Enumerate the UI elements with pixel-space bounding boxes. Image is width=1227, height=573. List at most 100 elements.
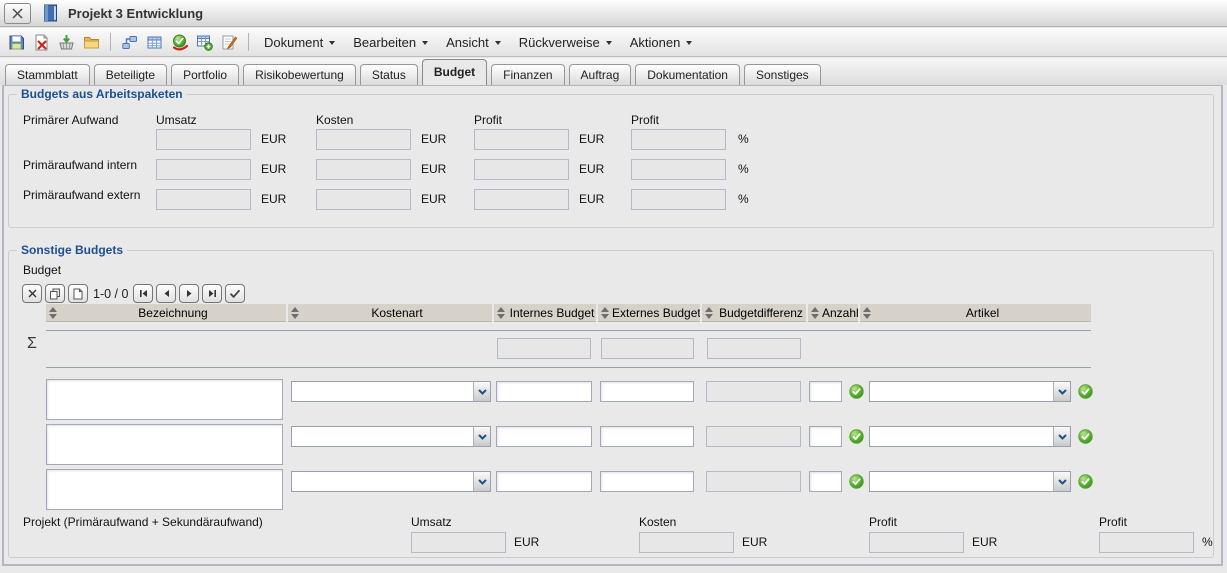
delete-row-button[interactable] [22, 284, 42, 303]
anzahl-input[interactable] [809, 426, 842, 447]
chevron-down-icon [1053, 427, 1070, 446]
new-row-button[interactable] [68, 284, 88, 303]
structure-button[interactable] [117, 30, 142, 54]
sort-icon [601, 307, 609, 319]
externes-budget-input[interactable] [600, 381, 694, 402]
externes-budget-input[interactable] [600, 471, 694, 492]
unit-label: EUR [514, 535, 539, 549]
budgetdifferenz-field [706, 381, 801, 402]
ok-icon [849, 429, 864, 444]
unit-label: EUR [261, 132, 286, 146]
tab-beteiligte[interactable]: Beteiligte [94, 64, 167, 85]
table-add-button[interactable] [192, 30, 217, 54]
column-budgetdifferenz[interactable]: Budgetdifferenz [702, 304, 806, 322]
section-sonstige-budgets: Sonstige Budgets Budget 1-0 / 0 Bezeichn… [8, 250, 1214, 558]
table-icon [146, 34, 163, 51]
delete-document-button[interactable] [29, 30, 54, 54]
artikel-confirm-button[interactable] [1078, 384, 1093, 399]
column-header-umsatz: Umsatz [156, 113, 197, 127]
first-page-button[interactable] [133, 284, 153, 303]
anzahl-input[interactable] [809, 381, 842, 402]
artikel-confirm-button[interactable] [1078, 429, 1093, 444]
column-externes-budget[interactable]: Externes Budget [598, 304, 700, 322]
import-button[interactable] [54, 30, 79, 54]
artikel-select[interactable] [869, 381, 1071, 402]
budget-panel: Budgets aus Arbeitspaketen Primärer Aufw… [2, 84, 1223, 566]
copy-row-button[interactable] [45, 284, 65, 303]
internes-budget-input[interactable] [496, 381, 592, 402]
save-icon [8, 34, 25, 51]
internes-budget-input[interactable] [496, 471, 592, 492]
menu-aktionen[interactable]: Aktionen [621, 30, 702, 54]
field-primaer-kosten [316, 129, 411, 150]
last-page-button[interactable] [202, 284, 222, 303]
tab-risikobewertung[interactable]: Risikobewertung [243, 64, 356, 85]
divider [46, 330, 1091, 331]
anzahl-input[interactable] [809, 471, 842, 492]
close-button[interactable] [4, 3, 31, 24]
unit-label: % [738, 192, 749, 206]
unit-label: EUR [579, 162, 604, 176]
sort-icon [811, 307, 819, 319]
field-intern-profit-pct [631, 159, 726, 180]
chevron-down-icon [422, 41, 428, 45]
column-internes-budget[interactable]: Internes Budget [494, 304, 596, 322]
anzahl-confirm-button[interactable] [849, 384, 864, 399]
menu-rueckverweise[interactable]: Rückverweise [510, 30, 621, 54]
previous-icon [161, 288, 172, 299]
apply-button[interactable] [225, 284, 245, 303]
unit-label: EUR [972, 535, 997, 549]
approve-button[interactable] [167, 30, 192, 54]
tab-sonstiges[interactable]: Sonstiges [744, 64, 821, 85]
list-label: Budget [23, 263, 61, 277]
anzahl-confirm-button[interactable] [849, 474, 864, 489]
tab-portfolio[interactable]: Portfolio [171, 64, 239, 85]
totals-umsatz-field [411, 532, 506, 553]
tab-status[interactable]: Status [360, 64, 418, 85]
kostenart-select[interactable] [291, 381, 491, 402]
totals-kosten-field [639, 532, 734, 553]
menu-bearbeiten[interactable]: Bearbeiten [344, 30, 437, 54]
artikel-select[interactable] [869, 471, 1071, 492]
column-artikel[interactable]: Artikel [860, 304, 1091, 322]
tab-dokumentation[interactable]: Dokumentation [635, 64, 740, 85]
bezeichnung-textarea[interactable] [46, 469, 283, 510]
bezeichnung-textarea[interactable] [46, 379, 283, 420]
column-header-profit-eur: Profit [474, 113, 502, 127]
kostenart-select[interactable] [291, 426, 491, 447]
column-header-kosten: Kosten [316, 113, 353, 127]
tab-finanzen[interactable]: Finanzen [491, 64, 564, 85]
unit-label: EUR [421, 132, 446, 146]
internes-budget-input[interactable] [496, 426, 592, 447]
artikel-select[interactable] [869, 426, 1071, 447]
column-bezeichnung[interactable]: Bezeichnung [46, 304, 286, 322]
table-view-button[interactable] [142, 30, 167, 54]
column-anzahl[interactable]: Anzahl [808, 304, 858, 322]
anzahl-confirm-button[interactable] [849, 429, 864, 444]
totals-profit-pct-label: Profit [1099, 515, 1127, 529]
next-page-button[interactable] [179, 284, 199, 303]
edit-button[interactable] [217, 30, 242, 54]
tab-auftrag[interactable]: Auftrag [569, 64, 632, 85]
divider [46, 367, 1091, 368]
open-folder-button[interactable] [79, 30, 104, 54]
menu-dokument[interactable]: Dokument [255, 30, 344, 54]
ok-icon [849, 384, 864, 399]
chevron-down-icon [606, 41, 612, 45]
menu-ansicht[interactable]: Ansicht [437, 30, 510, 54]
bezeichnung-textarea[interactable] [46, 424, 283, 465]
ok-icon [1078, 384, 1093, 399]
previous-page-button[interactable] [156, 284, 176, 303]
tab-stammblatt[interactable]: Stammblatt [5, 64, 90, 85]
kostenart-select[interactable] [291, 471, 491, 492]
artikel-confirm-button[interactable] [1078, 474, 1093, 489]
tab-budget[interactable]: Budget [422, 59, 487, 85]
externes-budget-input[interactable] [600, 426, 694, 447]
column-kostenart[interactable]: Kostenart [288, 304, 492, 322]
save-button[interactable] [4, 30, 29, 54]
document-type-icon [42, 4, 59, 22]
new-document-icon [72, 288, 84, 300]
row-label: Primärer Aufwand [23, 113, 118, 127]
unit-label: EUR [742, 535, 767, 549]
sum-symbol: Σ [27, 335, 37, 353]
